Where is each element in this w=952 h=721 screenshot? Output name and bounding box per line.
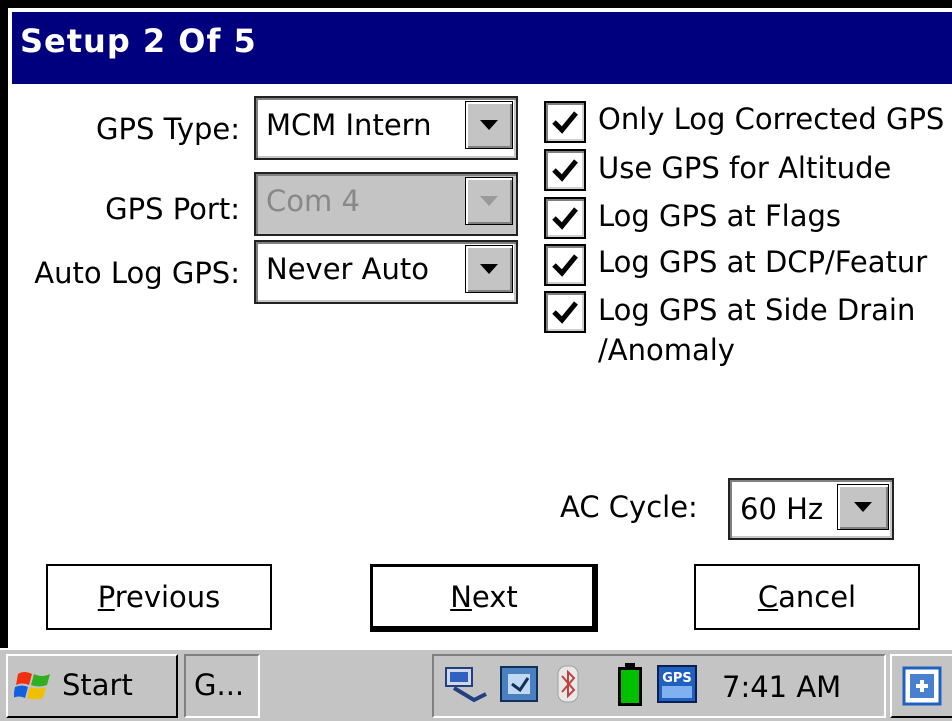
cancel-button[interactable]: Cancel — [694, 564, 920, 630]
sync-icon[interactable] — [498, 664, 542, 704]
cancel-accelerator: C — [757, 580, 779, 614]
chevron-down-icon — [854, 502, 872, 512]
gps-port-value: Com 4 — [266, 184, 360, 218]
log-gps-at-side-drain-label: Log GPS at Side Drain — [598, 293, 916, 327]
network-connection-icon[interactable] — [444, 664, 488, 704]
checkmark-icon — [552, 111, 578, 134]
gps-port-label: GPS Port: — [105, 192, 240, 226]
auto-log-gps-combo[interactable]: Never Auto — [254, 240, 518, 304]
previous-accelerator: P — [97, 580, 115, 614]
window-title: Setup 2 Of 5 — [20, 22, 257, 60]
use-gps-for-altitude-label: Use GPS for Altitude — [598, 151, 892, 185]
chevron-down-icon — [480, 120, 498, 130]
ac-cycle-dropdown-button[interactable] — [837, 484, 889, 530]
log-gps-at-flags-checkbox[interactable] — [544, 197, 586, 239]
log-gps-at-side-drain-checkbox[interactable] — [544, 291, 586, 333]
previous-label: revious — [114, 580, 221, 614]
svg-text:GPS: GPS — [662, 671, 692, 686]
task-button[interactable]: G... — [184, 654, 260, 718]
chevron-down-icon — [480, 196, 498, 206]
use-gps-for-altitude-checkbox[interactable] — [544, 149, 586, 191]
log-gps-at-flags-label: Log GPS at Flags — [598, 199, 841, 233]
next-button[interactable]: Next — [370, 564, 598, 632]
auto-log-gps-dropdown-button[interactable] — [465, 245, 513, 293]
checkmark-icon — [552, 159, 578, 182]
windows-logo-icon — [14, 672, 50, 700]
gps-port-combo: Com 4 — [254, 172, 518, 236]
only-log-corrected-gps-checkbox[interactable] — [544, 101, 586, 143]
task-label: G... — [194, 668, 245, 702]
log-gps-at-side-drain-label-line2: /Anomaly — [598, 333, 735, 367]
auto-log-gps-label: Auto Log GPS: — [34, 256, 240, 290]
checkmark-icon — [552, 301, 578, 324]
gps-type-combo[interactable]: MCM Intern — [254, 96, 518, 160]
chevron-down-icon — [480, 264, 498, 274]
log-gps-at-dcp-checkbox[interactable] — [544, 244, 586, 286]
battery-icon[interactable] — [616, 662, 644, 708]
auto-log-gps-value: Never Auto — [266, 252, 430, 286]
clock[interactable]: 7:41 AM — [722, 670, 841, 704]
gps-type-label: GPS Type: — [96, 112, 240, 146]
next-label: ext — [471, 580, 518, 614]
previous-button[interactable]: Previous — [46, 564, 272, 630]
input-panel-button[interactable] — [890, 654, 952, 718]
next-accelerator: N — [450, 580, 472, 614]
bluetooth-icon[interactable] — [554, 664, 584, 704]
cancel-label: ancel — [778, 580, 857, 614]
checkmark-icon — [552, 207, 578, 230]
start-button[interactable]: Start — [6, 654, 178, 718]
ac-cycle-combo[interactable]: 60 Hz — [728, 478, 894, 540]
gps-status-icon[interactable]: GPS — [656, 664, 698, 704]
only-log-corrected-gps-label: Only Log Corrected GPS — [598, 102, 945, 136]
keyboard-icon — [902, 666, 942, 706]
checkmark-icon — [552, 254, 578, 277]
gps-type-value: MCM Intern — [266, 108, 432, 142]
log-gps-at-dcp-label: Log GPS at DCP/Featur — [598, 245, 928, 279]
start-label: Start — [62, 668, 133, 702]
gps-type-dropdown-button[interactable] — [465, 101, 513, 149]
gps-port-dropdown-button — [465, 177, 513, 225]
ac-cycle-value: 60 Hz — [740, 492, 824, 526]
ac-cycle-label: AC Cycle: — [560, 490, 698, 524]
